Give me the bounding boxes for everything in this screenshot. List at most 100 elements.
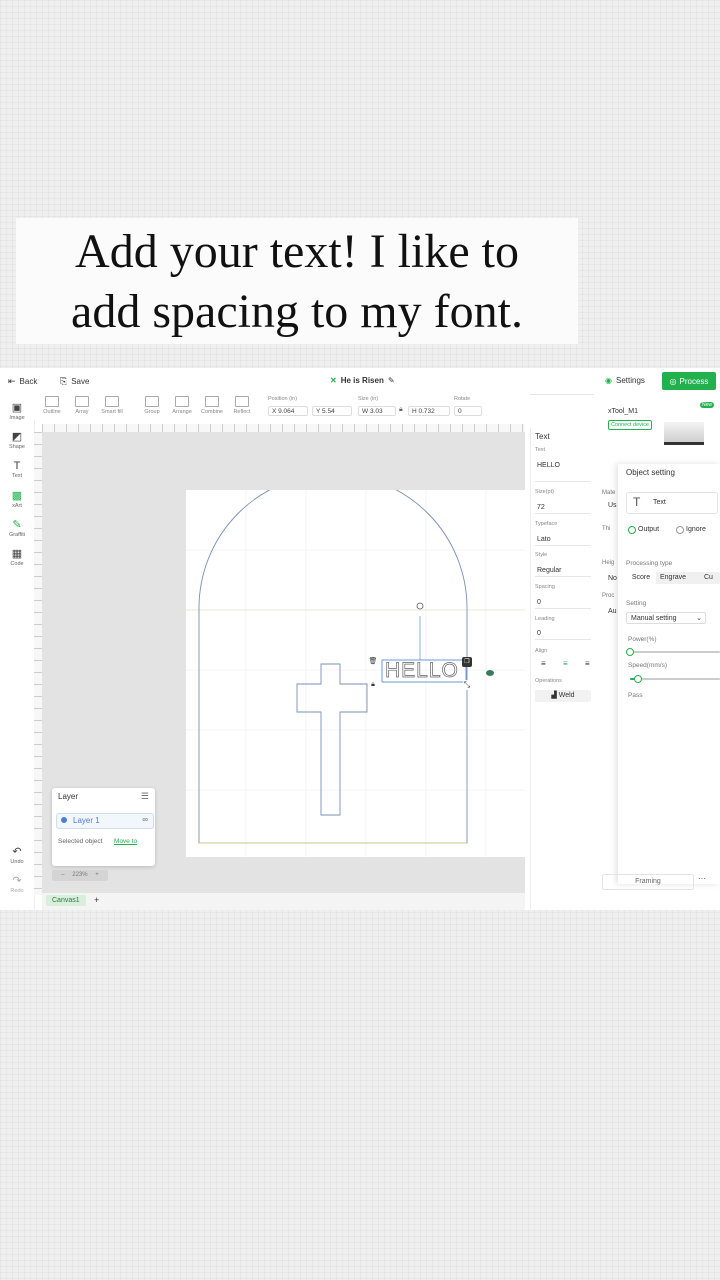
hello-text-object[interactable]: HELLO <box>385 660 465 682</box>
tab-cut[interactable]: Cu <box>704 572 713 584</box>
back-button[interactable]: ⇤ Back <box>8 376 37 387</box>
more-options-icon[interactable]: ⋯ <box>698 874 706 883</box>
width-field[interactable]: W 3.03 <box>358 406 396 416</box>
setting-label: Setting <box>626 600 647 607</box>
layer-color-dot <box>61 817 67 823</box>
move-to-link[interactable]: Move to <box>114 838 137 845</box>
ruler-left <box>34 432 42 895</box>
text-tool-label: Text <box>11 473 23 479</box>
speed-slider-knob[interactable] <box>634 675 642 683</box>
group-tool[interactable]: Group <box>138 396 166 415</box>
size-pt-input[interactable]: 72 <box>535 502 591 514</box>
power-slider-knob[interactable] <box>626 648 634 656</box>
text-tool[interactable]: T Text <box>0 460 34 479</box>
leading-input[interactable]: 0 <box>535 628 591 640</box>
output-radio[interactable] <box>628 526 636 534</box>
zoom-out-icon[interactable]: – <box>61 872 64 878</box>
redo-button[interactable]: ↷ Redo <box>0 875 34 894</box>
chevron-down-icon: ⌄ <box>696 615 702 622</box>
caption-line-1: Add your text! I like to <box>75 225 519 278</box>
graffiti-tool[interactable]: ✎ Graffiti <box>0 519 34 538</box>
rotate-handle[interactable] <box>416 602 424 610</box>
delete-object-icon[interactable]: 🗑︎ <box>368 657 378 667</box>
tab-canvas1[interactable]: Canvas1 <box>46 895 86 906</box>
process-icon: ◎ <box>669 376 677 386</box>
cross-shape[interactable] <box>296 663 368 816</box>
save-label: Save <box>71 377 90 386</box>
tab-score[interactable]: Score <box>626 572 656 584</box>
xart-tool[interactable]: ▩ xArt <box>0 490 34 509</box>
setting-select[interactable]: Manual setting ⌄ <box>626 612 706 624</box>
typeface-value: Lato <box>537 536 551 543</box>
weld-button[interactable]: ▟ Weld <box>535 690 591 702</box>
graffiti-tool-label: Graffiti <box>8 532 26 538</box>
array-tool[interactable]: Array <box>68 396 96 415</box>
connect-device-button[interactable]: Connect device <box>608 420 652 430</box>
peek-mate: Mate <box>602 490 616 496</box>
process-button[interactable]: ◎ Process <box>662 372 716 390</box>
typeface-select[interactable]: Lato <box>535 534 591 546</box>
edit-icon[interactable]: ✎ <box>388 376 395 385</box>
caption-box: Add your text! I like to add spacing to … <box>16 218 578 344</box>
y-position-field[interactable]: Y 5.54 <box>312 406 352 416</box>
combine-tool[interactable]: Combine <box>198 396 226 415</box>
layer-row[interactable]: Layer 1 ∞ <box>56 813 154 829</box>
copy-object-icon[interactable]: ❐ <box>462 657 472 667</box>
outline-tool[interactable]: Outline <box>38 396 66 415</box>
layer-menu-icon[interactable]: ☰ <box>141 791 149 802</box>
eye-icon[interactable]: ∞ <box>142 815 148 824</box>
power-slider-track[interactable] <box>630 651 720 653</box>
peek-proc: Proc <box>602 593 615 599</box>
lock-object-icon[interactable]: 🔒︎ <box>368 680 378 690</box>
design-svg[interactable] <box>186 490 525 857</box>
object-setting-card: Object setting T Text Output Ignore Proc… <box>618 464 720 884</box>
processing-type-label: Processing type <box>626 560 673 567</box>
shape-tool[interactable]: ◩ Shape <box>0 431 34 450</box>
smart-fill-tool[interactable]: Smart fill <box>98 396 126 415</box>
speed-label: Speed(mm/s) <box>628 662 668 669</box>
save-button[interactable]: ⎘ Save <box>60 376 89 387</box>
align-center-icon[interactable]: ≡ <box>563 659 568 668</box>
outline-tool-label: Outline <box>43 409 61 415</box>
x-position-field[interactable]: X 9.064 <box>268 406 308 416</box>
speed-slider-track[interactable] <box>630 678 720 680</box>
rotate-field[interactable]: 0 <box>454 406 482 416</box>
ignore-radio[interactable] <box>676 526 684 534</box>
tab-engrave[interactable]: Engrave <box>660 572 686 584</box>
code-tool[interactable]: ▦ Code <box>0 548 34 567</box>
image-tool[interactable]: ▣ Image <box>0 402 34 421</box>
object-type-label: Text <box>653 499 666 506</box>
combine-tool-label: Combine <box>200 409 223 415</box>
layer-name: Layer 1 <box>73 816 100 825</box>
pass-label: Pass <box>628 692 643 699</box>
framing-button[interactable]: Framing <box>602 874 694 890</box>
height-field[interactable]: H 0.732 <box>408 406 450 416</box>
spacing-input[interactable]: 0 <box>535 597 591 609</box>
project-title[interactable]: ✕ He is Risen ✎ <box>330 376 395 385</box>
align-right-icon[interactable]: ≡ <box>585 659 590 668</box>
lock-ratio-icon[interactable]: 🔒︎ <box>399 406 403 414</box>
size-label: Size (in) <box>358 396 379 402</box>
outline-icon <box>45 396 59 407</box>
arrange-tool[interactable]: Arrange <box>168 396 196 415</box>
output-label: Output <box>638 526 660 533</box>
text-field-label: Text <box>535 447 546 453</box>
undo-button[interactable]: ↶ Undo <box>0 846 34 865</box>
save-icon: ⎘ <box>60 376 68 386</box>
text-input[interactable]: HELLO <box>535 460 591 482</box>
zoom-in-icon[interactable]: + <box>95 872 99 878</box>
size-pt-label: Size(pt) <box>535 489 554 495</box>
style-select[interactable]: Regular <box>535 565 591 577</box>
align-left-icon[interactable]: ≡ <box>541 659 546 668</box>
code-tool-label: Code <box>10 561 24 567</box>
group-tool-label: Group <box>144 409 160 415</box>
zoom-control[interactable]: – 223% + <box>52 870 108 881</box>
add-canvas-button[interactable]: + <box>94 895 99 905</box>
scale-handle-icon[interactable]: ⤡ <box>462 680 472 690</box>
canvas-tab-bar: Canvas1 + <box>42 892 525 910</box>
edit-toolbar: Outline Array Smart fill Group Arrange C… <box>34 394 530 420</box>
settings-button[interactable]: ◉ Settings <box>605 376 645 385</box>
redo-icon: ↷ <box>12 875 22 887</box>
reflect-tool[interactable]: Reflect <box>228 396 256 415</box>
peek-heig: Heig <box>602 560 615 566</box>
